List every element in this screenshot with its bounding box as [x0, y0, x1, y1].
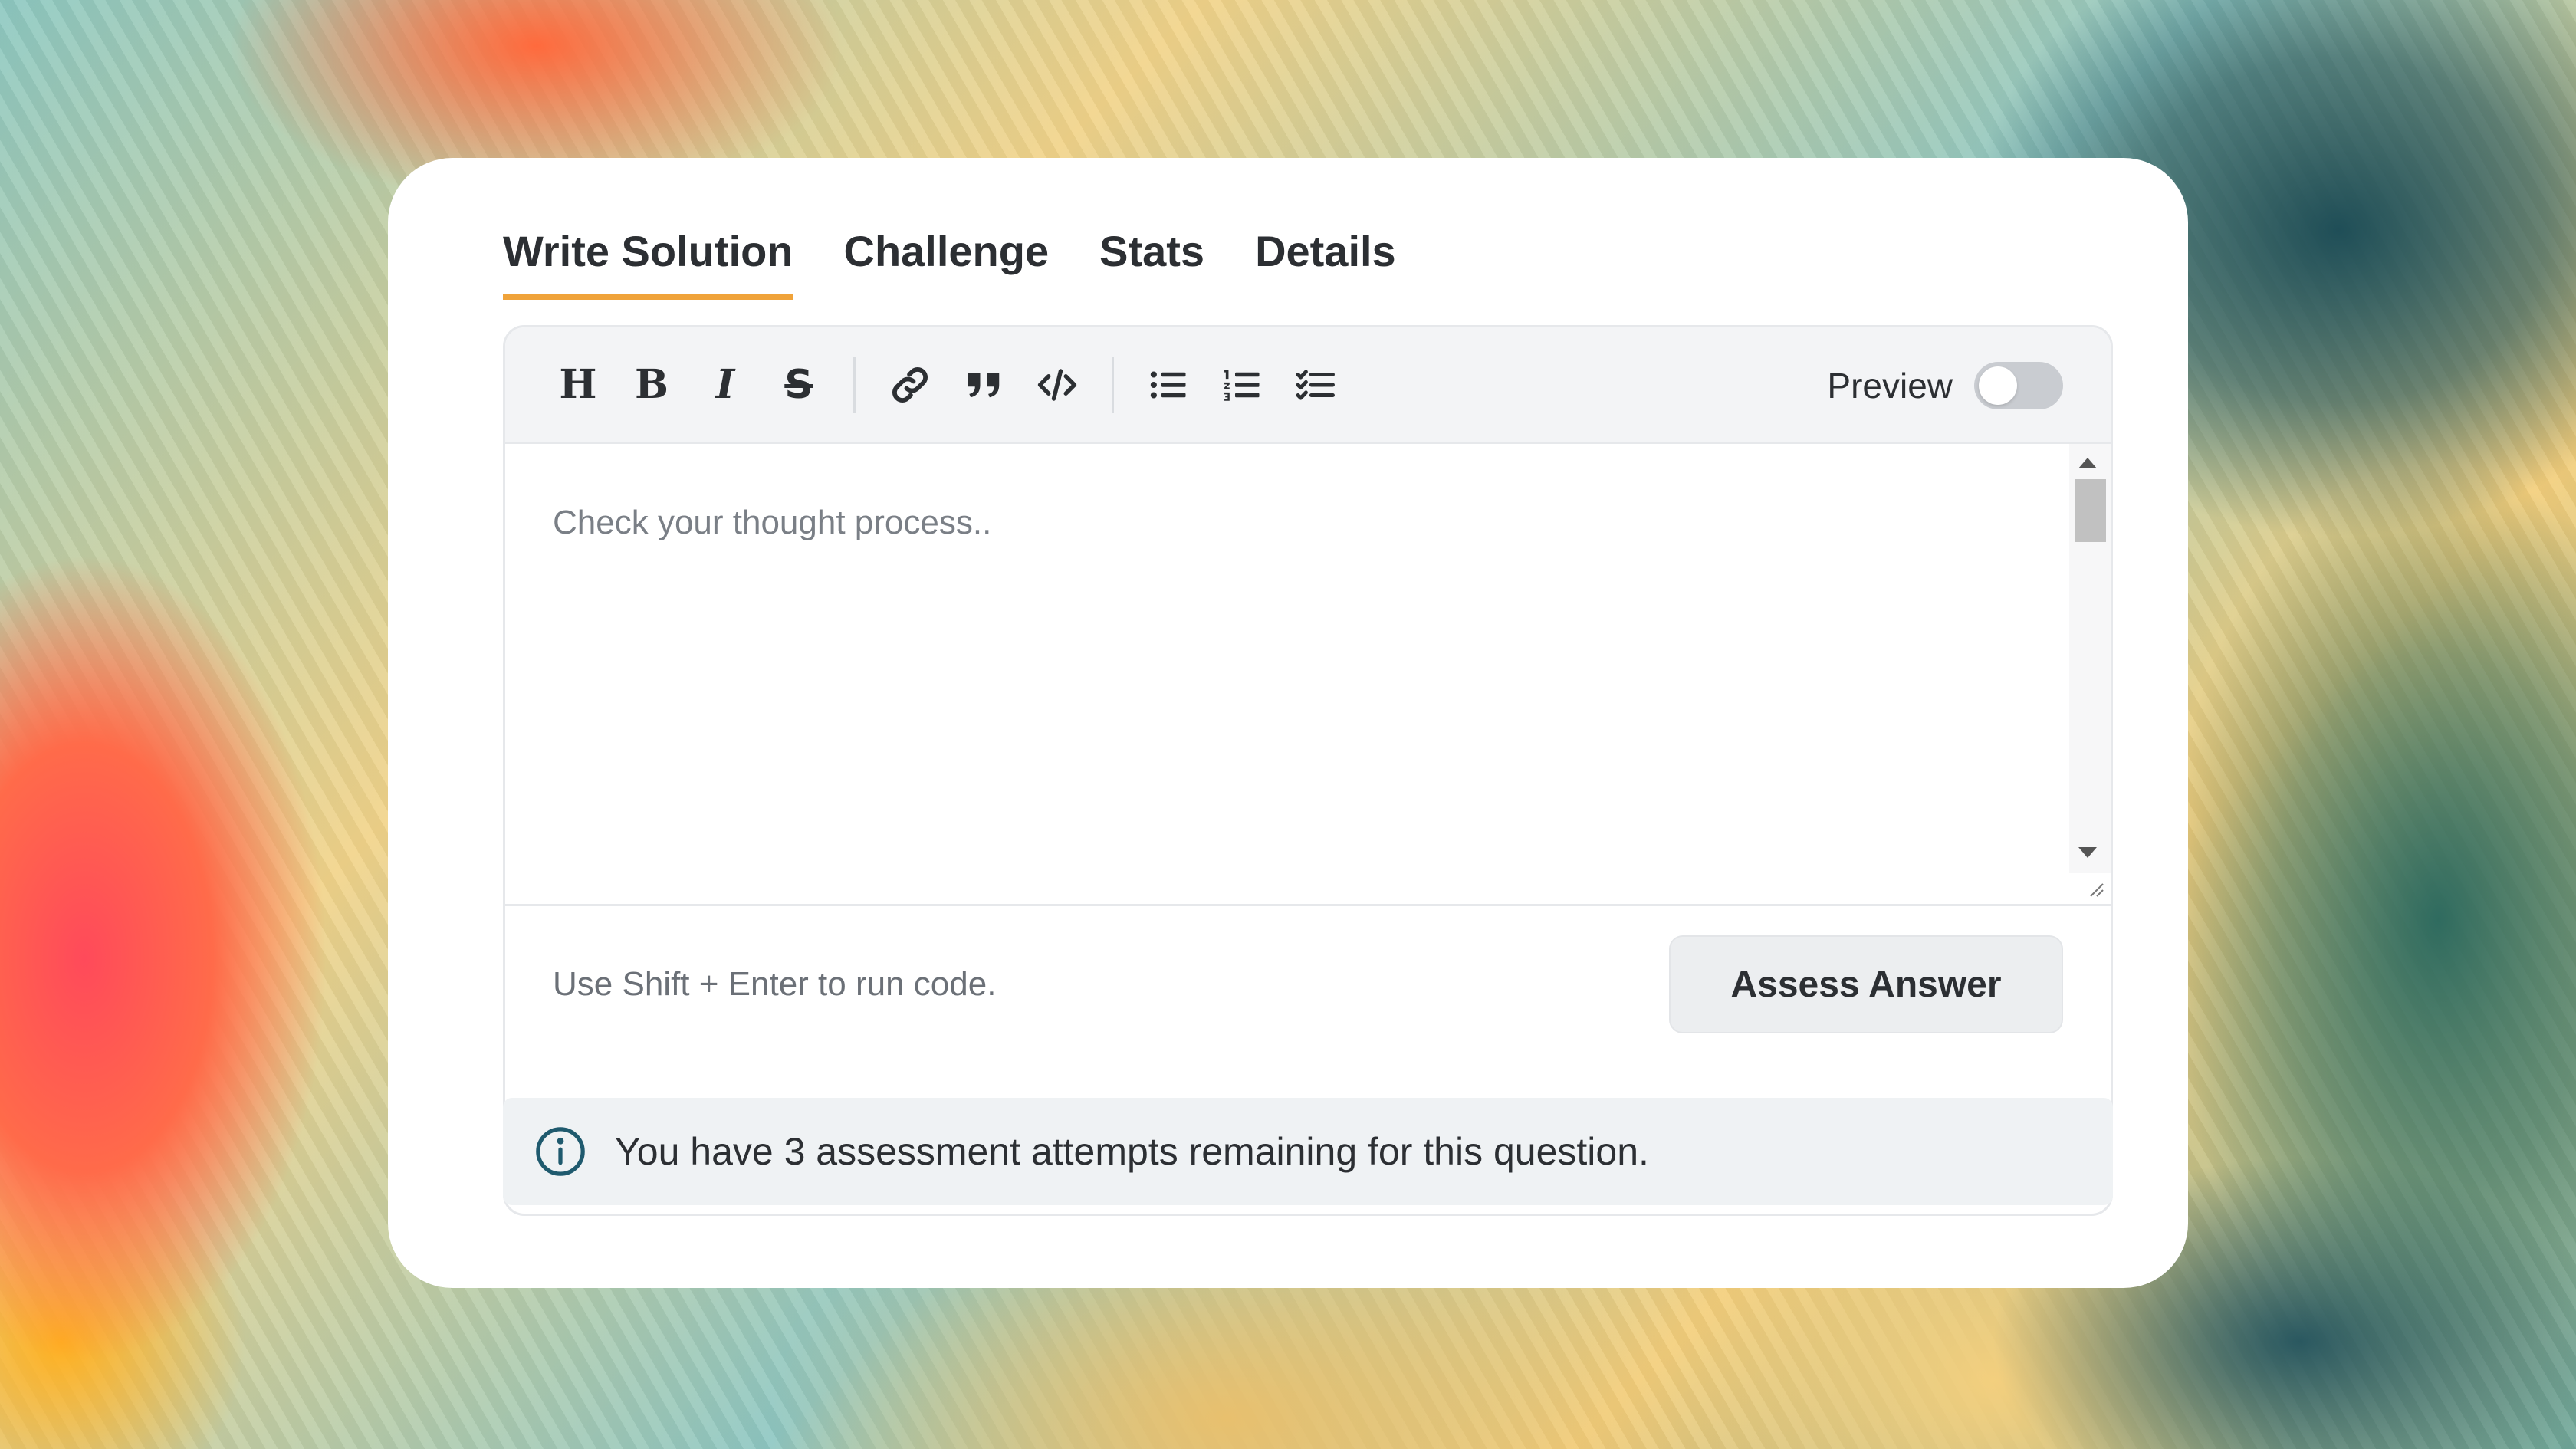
textarea-container	[505, 444, 2111, 906]
run-code-hint: Use Shift + Enter to run code.	[553, 965, 997, 1003]
code-icon	[1037, 368, 1077, 401]
task-list-icon	[1296, 369, 1335, 400]
bulleted-list-icon	[1150, 370, 1186, 399]
toggle-knob	[1979, 366, 2017, 405]
assess-answer-button[interactable]: Assess Answer	[1669, 935, 2063, 1033]
numbered-list-button[interactable]	[1217, 360, 1267, 410]
code-button[interactable]	[1032, 360, 1083, 410]
preview-control: Preview	[1827, 327, 2063, 444]
info-icon	[536, 1127, 585, 1176]
heading-icon: H	[559, 360, 597, 408]
attempts-notice: You have 3 assessment attempts remaining…	[503, 1098, 2113, 1205]
tab-bar: Write Solution Challenge Stats Details	[503, 225, 1396, 301]
link-button[interactable]	[885, 360, 935, 410]
scroll-up-arrow-icon[interactable]	[2078, 458, 2097, 468]
preview-label: Preview	[1827, 366, 1953, 406]
italic-icon: I	[715, 360, 735, 408]
bold-button[interactable]: B	[626, 360, 677, 410]
attempts-notice-text: You have 3 assessment attempts remaining…	[615, 1130, 1649, 1173]
bold-icon: B	[635, 360, 669, 408]
strikethrough-icon: S	[784, 361, 813, 408]
tab-stats[interactable]: Stats	[1099, 225, 1204, 300]
toolbar-divider	[1112, 356, 1114, 413]
tab-details[interactable]: Details	[1255, 225, 1396, 300]
strikethrough-button[interactable]: S	[774, 360, 824, 410]
editor-toolbar: H B I S Preview	[505, 327, 2111, 444]
tab-write-solution[interactable]: Write Solution	[503, 225, 794, 301]
toolbar-divider	[853, 356, 856, 413]
task-list-button[interactable]	[1290, 360, 1341, 410]
tab-challenge[interactable]: Challenge	[844, 225, 1050, 300]
quote-icon	[968, 372, 1000, 397]
editor-footer: Use Shift + Enter to run code. Assess An…	[505, 906, 2111, 1063]
numbered-list-icon	[1224, 370, 1260, 401]
heading-button[interactable]: H	[553, 360, 603, 410]
textarea-scrollbar[interactable]	[2069, 444, 2111, 873]
preview-toggle[interactable]	[1974, 362, 2063, 409]
scroll-down-arrow-icon[interactable]	[2078, 847, 2097, 858]
resize-handle-icon[interactable]	[2086, 879, 2104, 898]
markdown-editor: H B I S Preview Check your thought proce…	[503, 325, 2113, 1216]
solution-textarea[interactable]	[505, 444, 2069, 904]
bulleted-list-button[interactable]	[1143, 360, 1194, 410]
solution-card: Write Solution Challenge Stats Details H…	[388, 158, 2188, 1288]
quote-button[interactable]	[958, 360, 1009, 410]
italic-button[interactable]: I	[700, 360, 751, 410]
link-icon	[892, 366, 928, 402]
scroll-thumb[interactable]	[2075, 479, 2106, 542]
